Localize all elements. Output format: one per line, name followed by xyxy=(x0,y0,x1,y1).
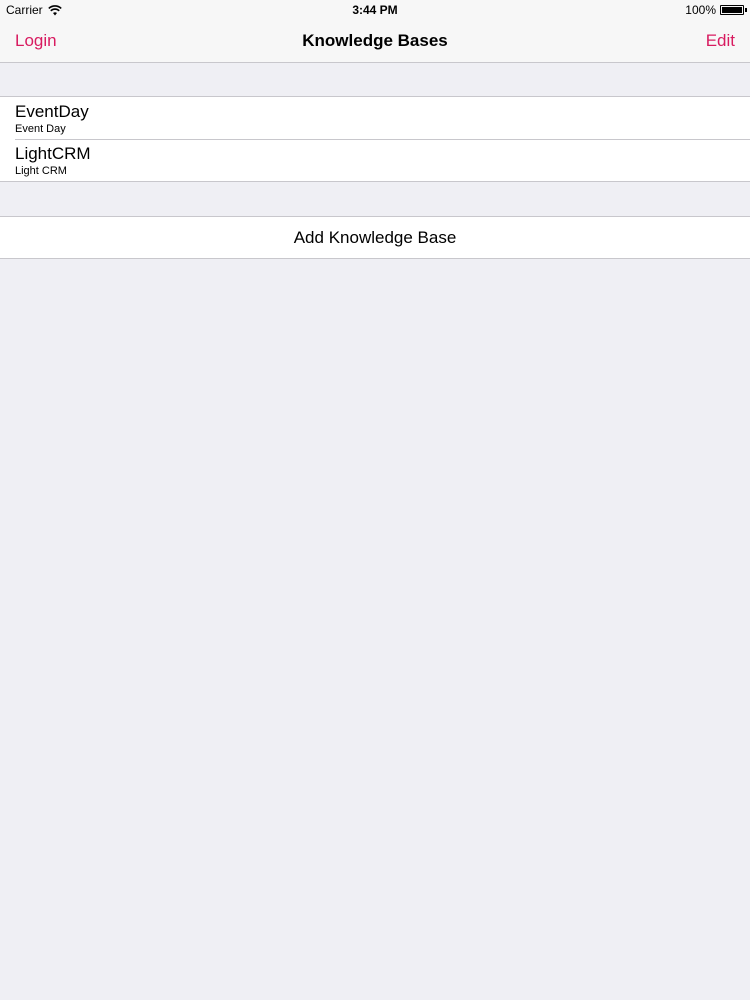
battery-nub xyxy=(745,8,747,12)
add-knowledge-base-button[interactable]: Add Knowledge Base xyxy=(0,217,750,258)
status-time: 3:44 PM xyxy=(352,3,398,17)
navigation-bar: Login Knowledge Bases Edit xyxy=(0,20,750,63)
page-title: Knowledge Bases xyxy=(302,31,448,50)
status-bar: Carrier 3:44 PM 100% xyxy=(0,0,750,20)
screen: Carrier 3:44 PM 100% Login Knowledge Bas… xyxy=(0,0,750,1000)
knowledge-base-subtitle: Event Day xyxy=(15,123,66,135)
add-section: Add Knowledge Base xyxy=(0,216,750,259)
knowledge-base-title: LightCRM xyxy=(15,144,91,163)
status-right: 100% xyxy=(685,3,747,17)
battery-percent: 100% xyxy=(685,3,716,17)
knowledge-base-row[interactable]: EventDay Event Day xyxy=(0,97,750,139)
knowledge-base-list: EventDay Event Day LightCRM Light CRM xyxy=(0,96,750,182)
edit-button[interactable]: Edit xyxy=(706,31,735,51)
login-button[interactable]: Login xyxy=(15,31,57,51)
battery-icon xyxy=(720,5,747,15)
knowledge-base-title: EventDay xyxy=(15,102,89,121)
knowledge-base-row[interactable]: LightCRM Light CRM xyxy=(0,139,750,181)
knowledge-base-subtitle: Light CRM xyxy=(15,165,67,177)
battery-fill xyxy=(722,7,742,13)
